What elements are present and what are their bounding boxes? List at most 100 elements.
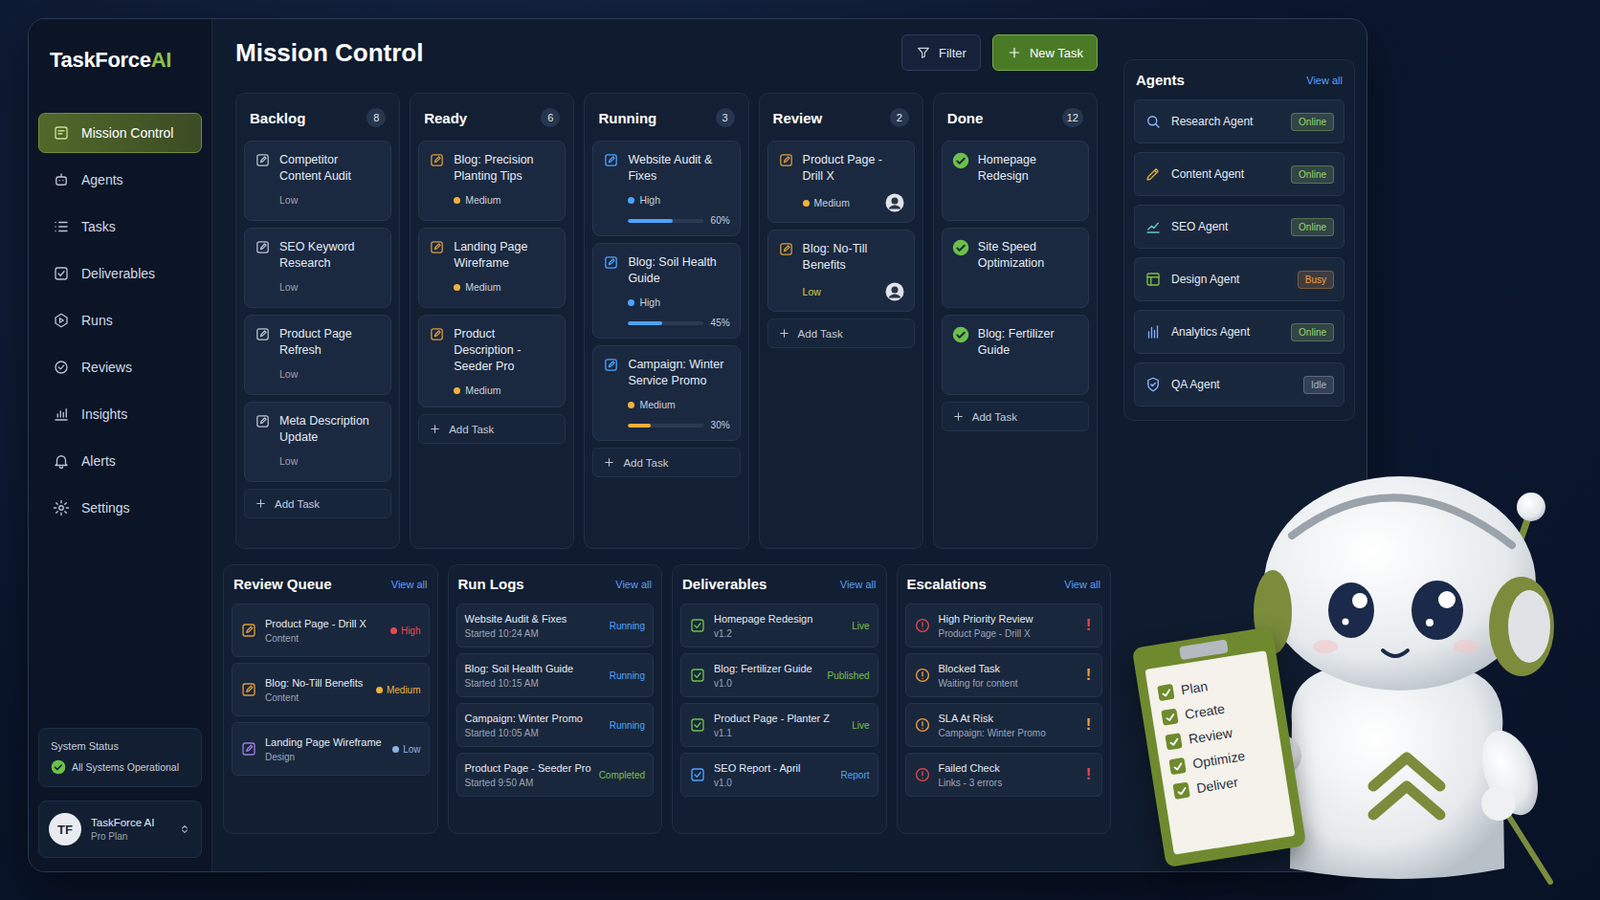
checklist: PlanCreateReviewOptimizeDeliver: [1144, 650, 1295, 856]
card-title: Product Page - Drill X: [802, 152, 905, 185]
task-card[interactable]: Website Audit & FixesHigh60%: [592, 140, 740, 237]
item-title: Website Audit & Fixes: [465, 612, 602, 626]
item-title: Landing Page Wireframe: [265, 735, 385, 750]
bars-icon: [1144, 323, 1162, 341]
progress-track: [627, 423, 703, 428]
priority: High: [627, 295, 730, 310]
checklist-item: Optimize: [1168, 743, 1273, 778]
task-card[interactable]: Product Page RefreshLow: [244, 314, 392, 396]
panel-item[interactable]: Blog: Soil Health GuideStarted 10:15 AMR…: [456, 653, 655, 698]
priority-dot: [627, 401, 635, 409]
plus-icon: [777, 327, 791, 340]
sidebar-item[interactable]: Runs: [38, 300, 202, 341]
agent-row[interactable]: QA AgentIdle: [1133, 362, 1345, 407]
add-task-button[interactable]: Add Task: [941, 401, 1089, 432]
column-title: Done: [947, 110, 984, 127]
sidebar-item[interactable]: Reviews: [38, 347, 202, 388]
plus-icon: [428, 422, 442, 436]
gear-icon: [52, 499, 70, 517]
add-task-button[interactable]: Add Task: [592, 447, 740, 478]
deliverable-status: Report: [840, 770, 869, 781]
task-card[interactable]: Site Speed Optimization: [941, 227, 1089, 309]
view-all-link[interactable]: View all: [615, 578, 652, 591]
panel-item[interactable]: Product Page - Seeder ProStarted 9:50 AM…: [456, 753, 655, 798]
edit-icon: [240, 740, 258, 758]
card-body: Product Page - Drill XMedium: [802, 152, 905, 213]
task-card[interactable]: Campaign: Winter Service PromoMedium30%: [592, 345, 740, 442]
priority-label: High: [639, 194, 661, 206]
task-card[interactable]: Competitor Content AuditLow: [244, 140, 392, 222]
panel-title: Review Queue: [233, 576, 333, 593]
task-card[interactable]: Product Description - Seeder ProMedium: [418, 314, 566, 408]
view-all-link[interactable]: View all: [1064, 578, 1101, 591]
priority-dot: [802, 200, 810, 207]
panel-list: High Priority ReviewProduct Page - Drill…: [905, 603, 1104, 798]
add-task-button[interactable]: Add Task: [767, 318, 915, 349]
panel-item[interactable]: Campaign: Winter PromoStarted 10:05 AMRu…: [456, 703, 655, 748]
panel-item[interactable]: SLA At RiskCampaign: Winter Promo!: [905, 703, 1104, 748]
view-all-link[interactable]: View all: [391, 578, 428, 591]
sidebar-item[interactable]: Deliverables: [38, 253, 202, 294]
escalation-flag: !: [1083, 666, 1094, 685]
item-text: SLA At RiskCampaign: Winter Promo: [938, 711, 1076, 740]
task-card[interactable]: Blog: No-Till BenefitsLow: [767, 229, 915, 312]
panel-header: Review Queue View all: [231, 576, 430, 593]
sidebar-item[interactable]: Agents: [38, 159, 202, 200]
add-task-button[interactable]: Add Task: [418, 414, 566, 445]
sidebar-item[interactable]: Insights: [38, 394, 202, 435]
priority-dot: [453, 284, 461, 291]
agent-status-badge: Online: [1290, 218, 1334, 237]
priority-dot: [392, 746, 400, 754]
card-title: Blog: No-Till Benefits: [802, 241, 905, 274]
item-text: SEO Report - Aprilv1.0: [713, 761, 833, 790]
item-text: Blog: Fertilizer Guidev1.0: [713, 662, 821, 690]
board-icon: [52, 124, 70, 142]
board-column: Review2Product Page - Drill XMediumBlog:…: [758, 92, 924, 550]
item-title: Product Page - Drill X: [265, 617, 383, 631]
kanban-board: Backlog8Competitor Content AuditLowSEO K…: [235, 92, 1098, 550]
filter-button[interactable]: Filter: [901, 34, 981, 71]
panel-item[interactable]: Landing Page WireframeDesignLow: [231, 722, 430, 777]
panel-item[interactable]: Blog: Fertilizer Guidev1.0Published: [680, 653, 879, 698]
panel-item[interactable]: Website Audit & FixesStarted 10:24 AMRun…: [456, 603, 655, 648]
sidebar-item[interactable]: Alerts: [38, 441, 202, 482]
sidebar-item[interactable]: Settings: [38, 488, 202, 529]
run-status: Running: [609, 670, 645, 682]
agent-row[interactable]: Content AgentOnline: [1133, 152, 1345, 197]
view-all-link[interactable]: View all: [840, 578, 877, 591]
panel-item[interactable]: SEO Report - Aprilv1.0 Report: [680, 753, 879, 798]
task-card[interactable]: Product Page - Drill XMedium: [767, 140, 915, 223]
agent-row[interactable]: Design AgentBusy: [1133, 257, 1345, 302]
panel-item[interactable]: Blocked TaskWaiting for content!: [905, 653, 1104, 698]
task-card[interactable]: SEO Keyword ResearchLow: [244, 227, 392, 309]
agent-row[interactable]: Analytics AgentOnline: [1133, 310, 1345, 355]
panel-item[interactable]: High Priority ReviewProduct Page - Drill…: [905, 603, 1104, 648]
item-text: Campaign: Winter PromoStarted 10:05 AM: [465, 711, 602, 740]
item-title: High Priority Review: [938, 612, 1076, 626]
panel-item[interactable]: Blog: No-Till BenefitsContentMedium: [231, 663, 430, 717]
panel-item[interactable]: Homepage Redesignv1.2Live: [680, 603, 879, 648]
progress: 45%: [627, 317, 730, 329]
sidebar-item[interactable]: Mission Control: [38, 112, 202, 154]
checkc-icon: [52, 358, 70, 377]
task-card[interactable]: Blog: Fertilizer Guide: [941, 314, 1089, 396]
sidebar-item[interactable]: Tasks: [38, 206, 202, 247]
agent-row[interactable]: SEO AgentOnline: [1133, 204, 1345, 249]
new-task-button[interactable]: New Task: [992, 34, 1098, 71]
checklist-label: Create: [1183, 700, 1226, 724]
panel-item[interactable]: Product Page - Planter Zv1.1Live: [680, 703, 879, 748]
checklist-item: Plan: [1156, 668, 1262, 703]
panel-item[interactable]: Product Page - Drill XContentHigh: [231, 603, 430, 658]
task-card[interactable]: Landing Page WireframeMedium: [418, 227, 566, 309]
task-card[interactable]: Blog: Precision Planting TipsMedium: [418, 140, 566, 222]
task-card[interactable]: Homepage Redesign: [941, 140, 1089, 222]
panel-item[interactable]: Failed CheckLinks - 3 errors!: [905, 753, 1104, 798]
card-title: Landing Page Wireframe: [453, 239, 556, 272]
task-card[interactable]: Blog: Soil Health GuideHigh45%: [592, 243, 740, 339]
user-card[interactable]: TFTaskForce AIPro Plan: [38, 800, 202, 859]
view-all-link[interactable]: View all: [1306, 74, 1343, 87]
system-status: System StatusAll Systems Operational: [38, 728, 202, 788]
add-task-button[interactable]: Add Task: [244, 488, 392, 519]
task-card[interactable]: Meta Description UpdateLow: [244, 401, 392, 483]
agent-row[interactable]: Research AgentOnline: [1133, 99, 1345, 144]
